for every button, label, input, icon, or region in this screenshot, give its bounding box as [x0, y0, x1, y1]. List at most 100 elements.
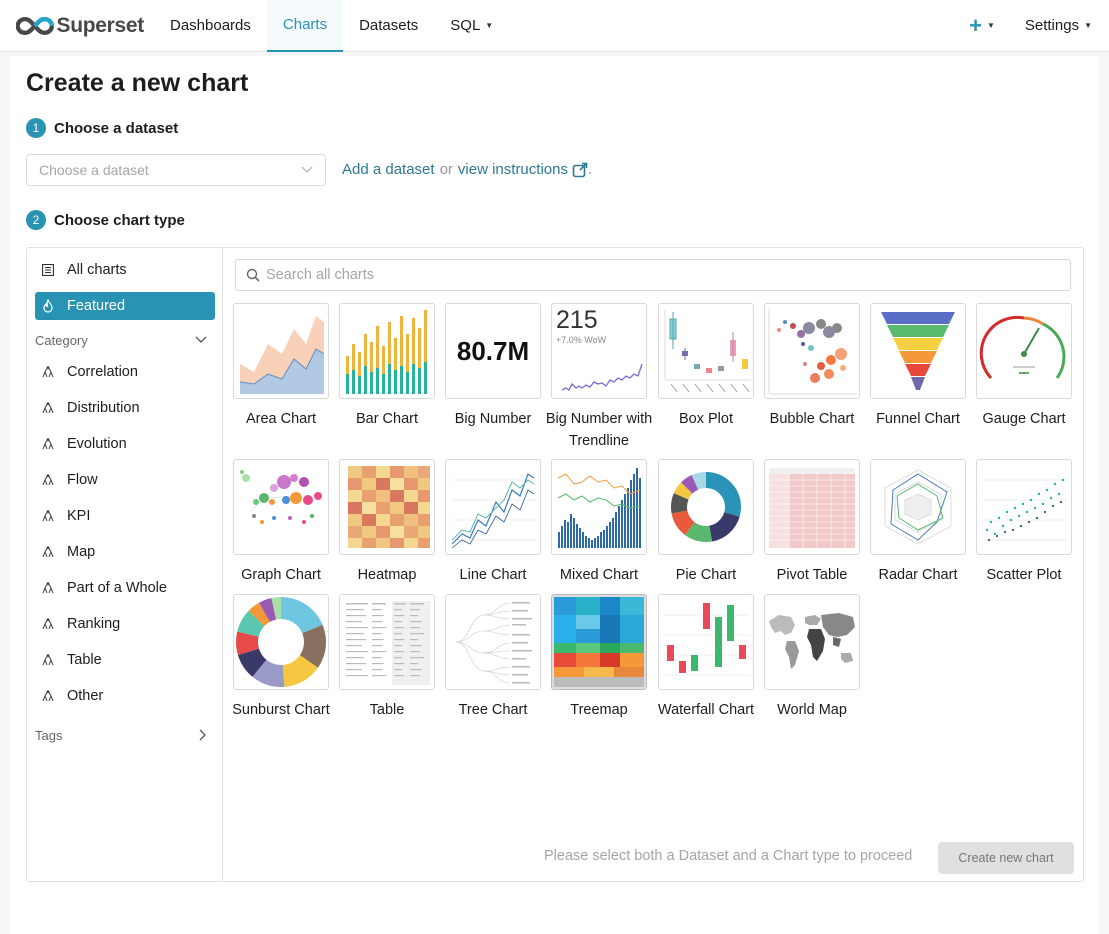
chart-tile-table[interactable]: Table	[339, 594, 435, 721]
caret-down-icon: ▼	[986, 21, 995, 30]
sidebar-item-part-of-a-whole[interactable]: Part of a Whole	[35, 574, 215, 602]
chart-search-input[interactable]: Search all charts	[235, 259, 1071, 291]
sidebar-item-featured[interactable]: Featured	[35, 292, 215, 320]
chart-thumbnail	[233, 459, 329, 555]
trendline-thumbnail	[561, 363, 643, 391]
box-plot-thumbnail	[664, 310, 751, 393]
sidebar-item-label: Table	[67, 652, 102, 668]
category-icon	[41, 545, 55, 559]
chart-tile-label: Gauge Chart	[982, 411, 1066, 427]
caret-down-icon: ▼	[485, 21, 494, 30]
sidebar-item-flow[interactable]: Flow	[35, 466, 215, 494]
sidebar-item-kpi[interactable]: KPI	[35, 502, 215, 530]
external-link-icon[interactable]	[572, 162, 588, 178]
nav-charts[interactable]: Charts	[266, 0, 344, 52]
chevron-right-icon	[199, 729, 206, 741]
chart-tile-label: World Map	[777, 702, 847, 718]
nav-dashboards[interactable]: Dashboards	[154, 0, 267, 52]
sidebar-item-all-charts[interactable]: All charts	[35, 256, 215, 284]
nav-dashboards-label: Dashboards	[170, 17, 251, 34]
sidebar-item-map[interactable]: Map	[35, 538, 215, 566]
table-thumbnail	[346, 601, 430, 685]
chart-tile-pie-chart[interactable]: Pie Chart	[658, 459, 754, 586]
chart-tile-label: Bubble Chart	[769, 411, 855, 427]
sidebar-item-label: Featured	[67, 298, 126, 314]
chart-tile-line-chart[interactable]: Line Chart	[445, 459, 541, 586]
chart-tile-mixed-chart[interactable]: Mixed Chart	[551, 459, 647, 586]
category-icon	[41, 437, 55, 451]
view-instructions-link[interactable]: view instructions	[458, 161, 568, 178]
chart-category-sidebar: All charts Featured Category Correlation…	[27, 248, 223, 881]
tags-header-label: Tags	[35, 727, 63, 743]
chart-tile-heatmap[interactable]: Heatmap	[339, 459, 435, 586]
nav-sql[interactable]: SQL ▼	[434, 0, 509, 52]
search-icon	[246, 268, 260, 282]
category-header-label: Category	[35, 332, 88, 348]
chart-tile-big-number-with-trendline[interactable]: 215 +7.0% WoW Big Number with Trendline	[546, 303, 652, 452]
chart-tile-waterfall-chart[interactable]: Waterfall Chart	[658, 594, 754, 721]
page-title: Create a new chart	[26, 69, 249, 97]
table-icon	[41, 263, 55, 277]
tree-chart-thumbnail	[455, 602, 532, 684]
chart-thumbnail	[339, 459, 435, 555]
sidebar-item-label: Evolution	[67, 436, 127, 452]
add-dataset-link[interactable]: Add a dataset	[342, 161, 435, 178]
chart-tile-scatter-plot[interactable]: Scatter Plot	[976, 459, 1072, 586]
chart-tile-funnel-chart[interactable]: Funnel Chart	[870, 303, 966, 430]
graph-chart-thumbnail	[240, 470, 322, 524]
chart-tile-big-number[interactable]: 80.7M Big Number	[445, 303, 541, 430]
category-icon	[41, 581, 55, 595]
chart-tile-bar-chart[interactable]: Bar Chart	[339, 303, 435, 430]
chart-thumbnail	[233, 303, 329, 399]
dataset-select[interactable]: Choose a dataset	[26, 154, 326, 186]
sidebar-item-label: Ranking	[67, 616, 121, 632]
chart-tile-bubble-chart[interactable]: Bubble Chart	[764, 303, 860, 430]
create-new-chart-button[interactable]: Create new chart	[938, 842, 1074, 874]
sidebar-item-correlation[interactable]: Correlation	[35, 358, 215, 386]
chart-tile-label: Heatmap	[357, 567, 417, 583]
category-header[interactable]: Category	[35, 330, 207, 350]
step-number: 2	[26, 210, 46, 230]
chart-tile-pivot-table[interactable]: Pivot Table	[764, 459, 860, 586]
superset-logo-icon	[16, 16, 54, 35]
chart-thumbnail	[764, 303, 860, 399]
chart-tile-radar-chart[interactable]: Radar Chart	[870, 459, 966, 586]
chart-tile-treemap[interactable]: Treemap	[551, 594, 647, 721]
chart-tile-label: Box Plot	[679, 411, 733, 427]
step-label: Choose chart type	[54, 211, 185, 229]
chart-tile-label: Big Number	[454, 411, 532, 427]
chart-tile-label: Treemap	[570, 702, 628, 718]
chart-tile-world-map[interactable]: World Map	[764, 594, 860, 721]
sidebar-item-label: Part of a Whole	[67, 580, 167, 596]
settings-menu[interactable]: Settings ▼	[1025, 17, 1092, 34]
nav-datasets[interactable]: Datasets	[343, 0, 434, 52]
category-icon	[41, 401, 55, 415]
pie-chart-thumbnail	[671, 472, 741, 542]
step-number: 1	[26, 118, 46, 138]
chart-tile-gauge-chart[interactable]: Gauge Chart	[976, 303, 1072, 430]
sidebar-item-table[interactable]: Table	[35, 646, 215, 674]
period-text: .	[587, 161, 593, 178]
superset-logo[interactable]: Superset	[16, 14, 144, 38]
plus-icon: +	[969, 12, 982, 38]
treemap-thumbnail	[552, 595, 646, 689]
chart-tile-box-plot[interactable]: Box Plot	[658, 303, 754, 430]
big-number-thumb-value: 80.7M	[456, 335, 530, 366]
new-menu-button[interactable]: + ▼	[969, 13, 995, 39]
heatmap-thumbnail	[348, 466, 430, 548]
nav-sql-label: SQL	[450, 17, 481, 34]
sidebar-item-distribution[interactable]: Distribution	[35, 394, 215, 422]
sidebar-item-other[interactable]: Other	[35, 682, 215, 710]
chart-tile-area-chart[interactable]: Area Chart	[233, 303, 329, 430]
sidebar-item-ranking[interactable]: Ranking	[35, 610, 215, 638]
radar-chart-thumbnail	[884, 469, 952, 545]
tags-header[interactable]: Tags	[35, 725, 207, 745]
chart-tile-tree-chart[interactable]: Tree Chart	[445, 594, 541, 721]
sidebar-item-evolution[interactable]: Evolution	[35, 430, 215, 458]
chart-tile-sunburst-chart[interactable]: Sunburst Chart	[232, 594, 330, 721]
sidebar-item-label: Distribution	[67, 400, 140, 416]
chart-tile-graph-chart[interactable]: Graph Chart	[233, 459, 329, 586]
brand-name: Superset	[56, 13, 145, 37]
chart-thumbnail	[658, 303, 754, 399]
chart-thumbnail	[445, 459, 541, 555]
